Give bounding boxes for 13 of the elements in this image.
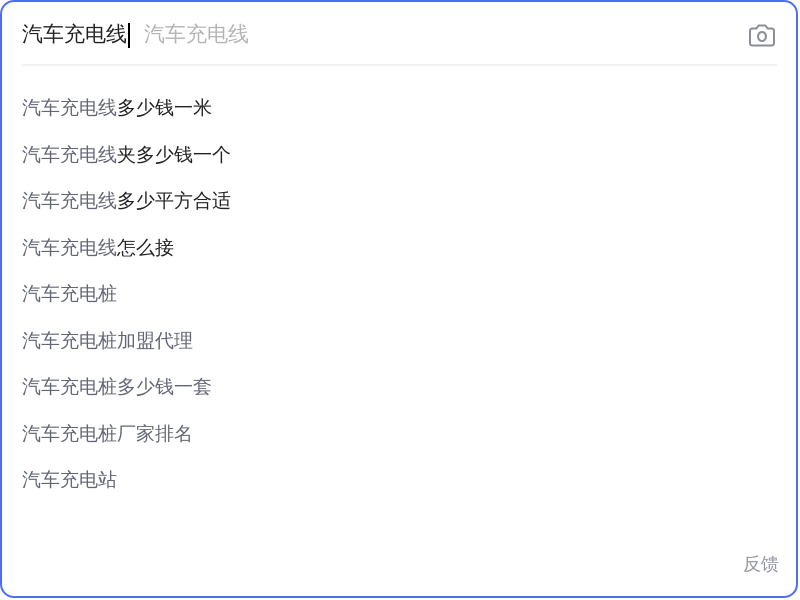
suggestion-item[interactable]: 汽车充电线多少平方合适	[22, 189, 231, 216]
feedback-link[interactable]: 反馈	[743, 552, 779, 576]
suggestion-item[interactable]: 汽车充电桩加盟代理	[22, 328, 193, 355]
suggestion-item[interactable]: 汽车充电桩多少钱一套	[22, 375, 212, 402]
search-field[interactable]: 汽车充电线	[22, 21, 130, 49]
text-cursor-icon	[128, 22, 130, 48]
suggestion-item[interactable]: 汽车充电线多少钱一米	[22, 96, 212, 122]
suggestion-item[interactable]: 汽车充电线夹多少钱一个	[22, 142, 231, 169]
suggestion-item[interactable]: 汽车充电站	[22, 468, 117, 494]
suggestion-item[interactable]: 汽车充电桩	[22, 282, 117, 308]
suggestion-item[interactable]: 汽车充电桩厂家排名	[22, 422, 193, 448]
autocomplete-hint: 汽车充电线	[144, 22, 249, 48]
suggestion-item[interactable]: 汽车充电线怎么接	[22, 236, 174, 262]
